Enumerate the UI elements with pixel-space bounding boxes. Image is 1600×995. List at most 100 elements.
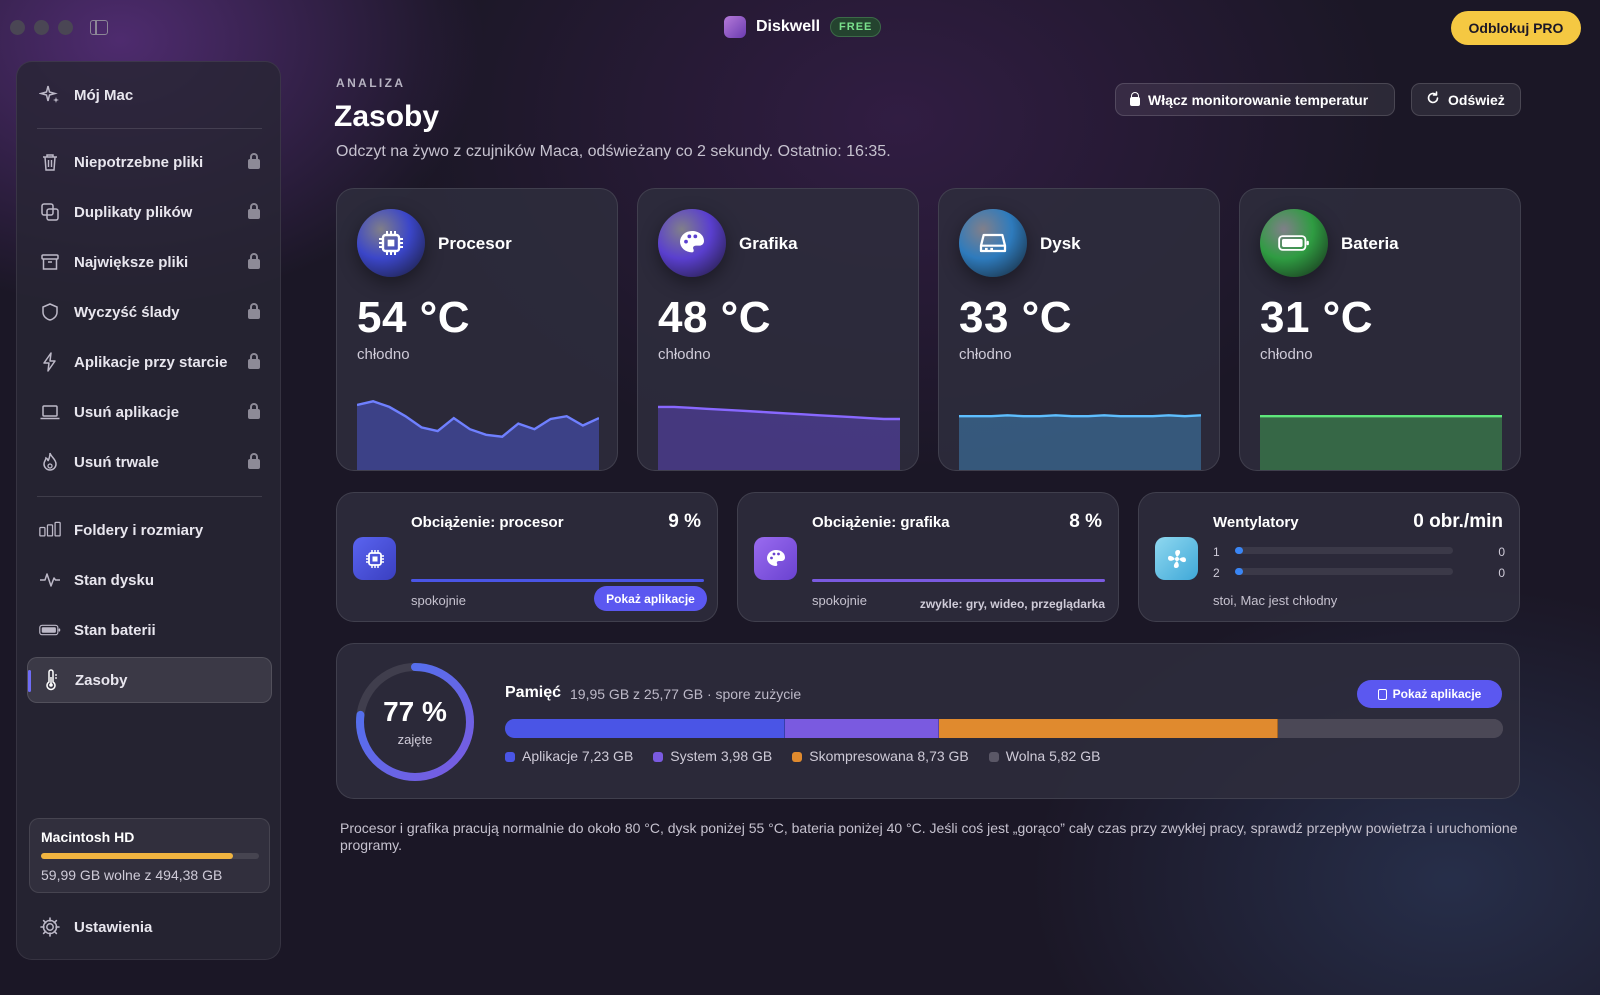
temp-card-dysk: Dysk 33 °C chłodno [938, 188, 1220, 471]
disk-name: Macintosh HD [41, 829, 135, 845]
lock-icon [248, 453, 260, 469]
palette-icon [658, 209, 726, 277]
fans-status: stoi, Mac jest chłodny [1213, 593, 1338, 608]
sidebar-divider [37, 496, 262, 497]
gpu-load-title: Obciążenie: grafika [812, 514, 950, 531]
show-apps-memory-button[interactable]: Pokaż aplikacje [1357, 680, 1502, 708]
shield-icon [39, 301, 61, 323]
pulse-icon [39, 569, 61, 591]
legend-label: Skompresowana 8,73 GB [809, 748, 969, 764]
temp-card-procesor: Procesor 54 °C chłodno [336, 188, 618, 471]
sidebar-item-label: Największe pliki [74, 253, 189, 271]
minimize-window-button[interactable] [34, 20, 49, 35]
temp-status: chłodno [1260, 346, 1313, 363]
temp-value: 31 °C [1260, 293, 1374, 342]
palette-icon [754, 537, 797, 580]
sidebar-item-label: Stan baterii [74, 621, 156, 639]
sidebar-item-usuń-trwale[interactable]: Usuń trwale [27, 439, 272, 485]
fan-row: 2 0 [1213, 566, 1505, 580]
temp-card-bateria: Bateria 31 °C chłodno [1239, 188, 1521, 471]
enable-temp-monitoring-button[interactable]: Włącz monitorowanie temperatur [1115, 83, 1395, 116]
disk-usage-fill [41, 853, 233, 859]
lock-icon [248, 353, 260, 369]
app-title: Diskwell FREE [724, 16, 882, 38]
gpu-load-status: spokojnie [812, 593, 867, 608]
fans-value: 0 obr./min [1413, 511, 1503, 532]
sidebar-item-label: Foldery i rozmiary [74, 521, 204, 539]
fan-id: 1 [1213, 545, 1220, 559]
lock-icon [248, 303, 260, 319]
sidebar-item-label: Niepotrzebne pliki [74, 153, 204, 171]
temp-history-chart [658, 405, 900, 470]
temp-history-area [658, 406, 900, 470]
legend-label: Wolna 5,82 GB [1005, 748, 1101, 764]
thermometer-icon [40, 669, 62, 691]
sidebar-item-label: Duplikaty plików [74, 203, 193, 221]
fans-title: Wentylatory [1213, 514, 1299, 531]
gpu-load-card: Obciążenie: grafika 8 % spokojnie zwykle… [737, 492, 1119, 622]
sidebar-toggle-icon[interactable] [90, 20, 108, 35]
sidebar-item-foldery-i-rozmiary[interactable]: Foldery i rozmiary [27, 507, 272, 553]
sidebar-item-settings[interactable]: Ustawienia [27, 904, 272, 950]
temp-status: chłodno [357, 346, 410, 363]
cpu-load-card: Obciążenie: procesor 9 % spokojnie Pokaż… [336, 492, 718, 622]
legend-swatch [653, 752, 664, 762]
enable-temp-monitoring-label: Włącz monitorowanie temperatur [1148, 91, 1369, 108]
refresh-icon [1426, 91, 1440, 108]
legend-swatch [505, 752, 515, 762]
sidebar-item-stan-dysku[interactable]: Stan dysku [27, 557, 272, 603]
fan-id: 2 [1213, 566, 1220, 580]
sidebar-item-duplikaty-plików[interactable]: Duplikaty plików [27, 189, 272, 235]
memory-usage-bar [505, 719, 1503, 738]
drive-icon [959, 209, 1027, 277]
fan-icon [1155, 537, 1198, 580]
lock-icon [248, 153, 260, 169]
refresh-button[interactable]: Odśwież [1411, 83, 1521, 116]
memory-segment [785, 719, 940, 738]
temp-card-grafika: Grafika 48 °C chłodno [637, 188, 919, 471]
flame-icon [39, 451, 61, 473]
lock-icon [248, 253, 260, 269]
disk-free-text: 59,99 GB wolne z 494,38 GB [41, 867, 223, 883]
sidebar-item-label: Usuń aplikacje [74, 403, 180, 421]
sidebar-item-największe-pliki[interactable]: Największe pliki [27, 239, 272, 285]
temp-value: 33 °C [959, 293, 1073, 342]
sidebar-item-my-mac[interactable]: Mój Mac [27, 72, 272, 118]
memory-legend: Aplikacje 7,23 GB System 3,98 GB Skompreso… [505, 748, 1100, 764]
archive-icon [39, 251, 61, 273]
memory-segment [1277, 719, 1503, 738]
sidebar-item-aplikacje-przy-starcie[interactable]: Aplikacje przy starcie [27, 339, 272, 385]
zoom-window-button[interactable] [58, 20, 73, 35]
app-name: Diskwell [756, 18, 821, 35]
legend-label: System 3,98 GB [670, 748, 773, 764]
memory-segment [939, 719, 1278, 738]
lock-icon [248, 403, 260, 419]
sidebar-item-zasoby[interactable]: Zasoby [27, 657, 272, 703]
sidebar-item-stan-baterii[interactable]: Stan baterii [27, 607, 272, 653]
temp-value: 54 °C [357, 293, 471, 342]
bolt-icon [39, 351, 61, 373]
sidebar-item-label: Usuń trwale [74, 453, 160, 471]
cpu-load-title: Obciążenie: procesor [411, 514, 564, 531]
sidebar-item-label: Ustawienia [74, 918, 153, 936]
cpu-load-status: spokojnie [411, 593, 466, 608]
close-window-button[interactable] [10, 20, 25, 35]
legend-item: System 3,98 GB [653, 748, 772, 764]
legend-item: Aplikacje 7,23 GB [505, 748, 633, 764]
copy-icon [39, 201, 61, 223]
temp-history-area [959, 415, 1201, 470]
legend-label: Aplikacje 7,23 GB [522, 748, 634, 764]
memory-segment [505, 719, 786, 738]
show-apps-cpu-button[interactable]: Pokaż aplikacje [594, 586, 707, 611]
plan-badge: FREE [830, 17, 882, 37]
footnote: Procesor i grafika pracują normalnie do … [340, 820, 1518, 853]
sidebar-item-usuń-aplikacje[interactable]: Usuń aplikacje [27, 389, 272, 435]
fan-speed-fill [1235, 568, 1243, 575]
gpu-load-sparkline [812, 579, 1105, 582]
sidebar-item-wyczyść-ślady[interactable]: Wyczyść ślady [27, 289, 272, 335]
unlock-pro-button[interactable]: Odblokuj PRO [1451, 11, 1581, 45]
sidebar-item-niepotrzebne-pliki[interactable]: Niepotrzebne pliki [27, 139, 272, 185]
fan-row: 1 0 [1213, 545, 1505, 559]
battery-icon [39, 619, 61, 641]
disk-summary-card[interactable]: Macintosh HD 59,99 GB wolne z 494,38 GB [29, 818, 270, 893]
